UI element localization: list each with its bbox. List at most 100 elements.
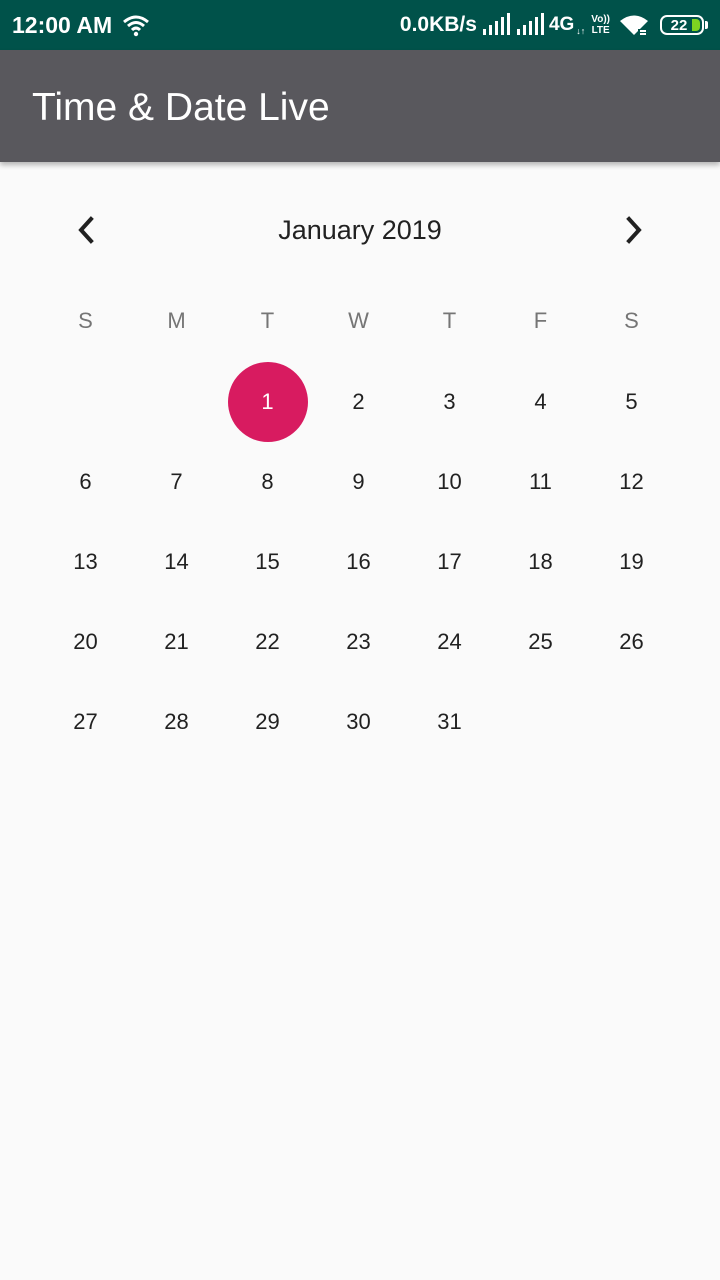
day-number: 2 — [352, 389, 365, 414]
network-speed: 0.0KB/s — [399, 13, 477, 36]
day-number: 10 — [437, 469, 462, 494]
day-cell[interactable]: 12 — [586, 442, 677, 522]
day-cell[interactable]: 19 — [586, 522, 677, 602]
day-number: 27 — [73, 709, 98, 734]
chevron-right-icon — [626, 216, 642, 244]
day-number: 6 — [79, 469, 92, 494]
day-cell[interactable]: 31 — [404, 682, 495, 762]
status-indicators: 0.0KB/s 4G ↓↑ Vo)) LTE 22 — [400, 10, 708, 40]
empty-day-cell — [40, 362, 131, 442]
day-number: 3 — [443, 389, 456, 414]
battery-icon: 22 — [660, 15, 704, 35]
day-cell[interactable]: 27 — [40, 682, 131, 762]
day-number: 8 — [261, 469, 274, 494]
week-row: 27 28 29 30 31 — [40, 682, 677, 762]
day-cell[interactable]: 24 — [404, 602, 495, 682]
day-number: 17 — [437, 549, 462, 574]
day-number: 23 — [346, 629, 371, 654]
day-cell[interactable]: 6 — [40, 442, 131, 522]
day-number: 5 — [625, 389, 638, 414]
day-number: 4 — [534, 389, 547, 414]
empty-day-cell — [131, 362, 222, 442]
signal-strength-icon — [482, 13, 510, 35]
day-cell[interactable]: 7 — [131, 442, 222, 522]
calendar-grid: S M T W T F S 1 2 3 4 5 6 7 8 9 10 11 12… — [40, 280, 677, 762]
day-number: 12 — [619, 469, 644, 494]
day-number: 28 — [164, 709, 189, 734]
day-cell[interactable]: 18 — [495, 522, 586, 602]
day-cell[interactable]: 16 — [313, 522, 404, 602]
week-row: 20 21 22 23 24 25 26 — [40, 602, 677, 682]
day-cell[interactable]: 30 — [313, 682, 404, 762]
day-number: 1 — [261, 389, 274, 414]
battery-tip — [705, 21, 708, 29]
day-number: 14 — [164, 549, 189, 574]
day-cell[interactable]: 10 — [404, 442, 495, 522]
day-number: 9 — [352, 469, 365, 494]
day-cell[interactable]: 25 — [495, 602, 586, 682]
weekday-row: S M T W T F S — [40, 280, 677, 362]
weekday-label: T — [260, 308, 275, 333]
day-number: 25 — [528, 629, 553, 654]
day-number: 15 — [255, 549, 280, 574]
weekday-label: F — [533, 308, 548, 333]
day-number: 30 — [346, 709, 371, 734]
day-number: 29 — [255, 709, 280, 734]
day-number: 13 — [73, 549, 98, 574]
weekday-label: S — [624, 308, 639, 333]
data-activity-icon: ↓↑ — [576, 26, 586, 36]
month-header: January 2019 — [0, 200, 720, 260]
day-cell[interactable]: 14 — [131, 522, 222, 602]
day-cell[interactable]: 26 — [586, 602, 677, 682]
day-number: 18 — [528, 549, 553, 574]
app-bar: Time & Date Live — [0, 50, 720, 162]
day-cell[interactable]: 11 — [495, 442, 586, 522]
weekday-label: M — [167, 308, 186, 333]
day-cell[interactable]: 15 — [222, 522, 313, 602]
day-number: 7 — [170, 469, 183, 494]
status-time: 12:00 AM — [12, 12, 113, 38]
wifi-icon — [620, 15, 648, 37]
day-cell[interactable]: 28 — [131, 682, 222, 762]
day-cell[interactable]: 13 — [40, 522, 131, 602]
day-cell-selected[interactable]: 1 — [222, 362, 313, 442]
weekday-label: W — [348, 308, 369, 333]
weekday-label: T — [442, 308, 457, 333]
day-cell[interactable]: 5 — [586, 362, 677, 442]
day-cell[interactable]: 4 — [495, 362, 586, 442]
day-cell[interactable]: 9 — [313, 442, 404, 522]
empty-day-cell — [495, 682, 586, 762]
next-month-button[interactable] — [612, 208, 656, 252]
volte-icon: Vo)) LTE — [591, 14, 610, 36]
day-cell[interactable]: 8 — [222, 442, 313, 522]
day-number: 11 — [529, 469, 552, 494]
day-number: 24 — [437, 629, 462, 654]
page-title: Time & Date Live — [32, 86, 330, 129]
day-number: 19 — [619, 549, 644, 574]
battery-percentage: 22 — [670, 16, 688, 34]
week-row: 13 14 15 16 17 18 19 — [40, 522, 677, 602]
empty-day-cell — [586, 682, 677, 762]
wifi-icon — [123, 15, 149, 37]
day-cell[interactable]: 22 — [222, 602, 313, 682]
day-cell[interactable]: 20 — [40, 602, 131, 682]
signal-strength-icon — [516, 13, 544, 35]
week-row: 1 2 3 4 5 — [40, 362, 677, 442]
network-type: 4G — [548, 14, 575, 35]
status-bar: 12:00 AM 0.0KB/s 4G ↓↑ Vo)) LTE 22 — [0, 0, 720, 50]
chevron-left-icon — [78, 216, 94, 244]
day-cell[interactable]: 17 — [404, 522, 495, 602]
previous-month-button[interactable] — [64, 208, 108, 252]
battery-level — [692, 19, 700, 31]
volte-top: Vo)) — [591, 14, 610, 25]
weekday-label: S — [78, 308, 93, 333]
day-number: 16 — [346, 549, 371, 574]
day-cell[interactable]: 29 — [222, 682, 313, 762]
day-cell[interactable]: 3 — [404, 362, 495, 442]
volte-bottom: LTE — [591, 25, 610, 36]
day-number: 21 — [164, 629, 189, 654]
day-number: 31 — [437, 709, 462, 734]
day-cell[interactable]: 2 — [313, 362, 404, 442]
day-cell[interactable]: 23 — [313, 602, 404, 682]
day-cell[interactable]: 21 — [131, 602, 222, 682]
